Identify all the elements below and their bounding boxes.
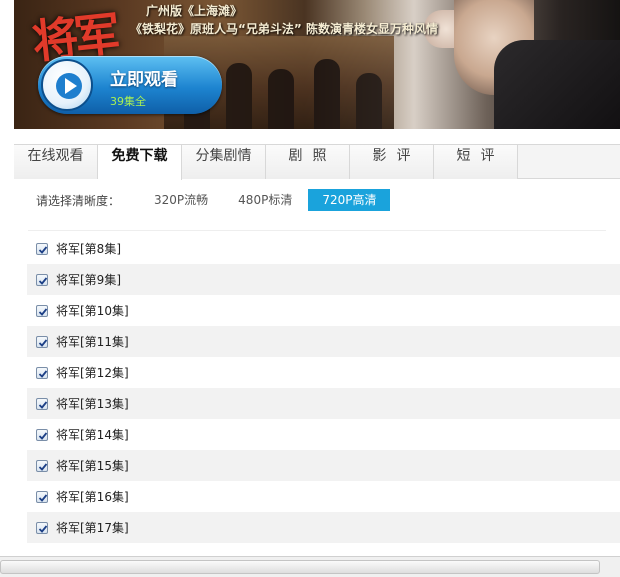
quality-option-480p[interactable]: 480P标清 <box>224 189 306 211</box>
quality-label: 请选择清晰度： <box>36 193 121 208</box>
list-item[interactable]: 将军[第15集] <box>27 450 620 481</box>
tab-free-download[interactable]: 免费下载 <box>98 145 182 180</box>
tab-online-watch[interactable]: 在线观看 <box>14 145 98 179</box>
checkmark-icon <box>38 400 48 409</box>
horizontal-scrollbar[interactable] <box>0 556 620 577</box>
episode-checkbox[interactable] <box>36 366 48 379</box>
episode-checkbox[interactable] <box>36 459 48 472</box>
checkmark-icon <box>38 276 48 285</box>
checkmark-icon <box>38 245 48 254</box>
episode-checkbox[interactable] <box>36 335 48 348</box>
episode-title: 将军[第11集] <box>56 335 129 349</box>
episode-title: 将军[第12集] <box>56 366 129 380</box>
list-item[interactable]: 将军[第8集] <box>27 233 620 264</box>
episode-checkbox[interactable] <box>36 242 48 255</box>
play-icon[interactable] <box>41 59 93 111</box>
list-item[interactable]: 将军[第12集] <box>27 357 620 388</box>
divider <box>28 230 606 231</box>
tab-episode-synopsis[interactable]: 分集剧情 <box>182 145 266 179</box>
quality-selector: 请选择清晰度： 320P流畅 480P标清 720P高清 <box>36 189 391 211</box>
quality-option-320p[interactable]: 320P流畅 <box>140 189 222 211</box>
episode-checkbox[interactable] <box>36 273 48 286</box>
episode-checkbox[interactable] <box>36 304 48 317</box>
list-item[interactable]: 将军[第10集] <box>27 295 620 326</box>
episode-title: 将军[第9集] <box>56 273 121 287</box>
episode-title: 将军[第10集] <box>56 304 129 318</box>
list-item[interactable]: 将军[第9集] <box>27 264 620 295</box>
episode-checkbox[interactable] <box>36 428 48 441</box>
episode-list: 将军[第8集] 将军[第9集] 将军[第10集] 将军[第11集] 将军[第12… <box>27 233 620 543</box>
episode-checkbox[interactable] <box>36 521 48 534</box>
list-item[interactable]: 将军[第14集] <box>27 419 620 450</box>
scrollbar-thumb[interactable] <box>0 560 600 574</box>
banner-figure <box>268 69 294 129</box>
banner-figure <box>356 73 382 129</box>
watch-now-label: 立即观看 <box>110 70 178 90</box>
banner-suit-image <box>494 40 620 129</box>
episode-count-badge: 39集全 <box>110 95 146 108</box>
list-item[interactable]: 将军[第16集] <box>27 481 620 512</box>
watch-now-button[interactable]: 立即观看 39集全 <box>38 56 222 114</box>
episode-title: 将军[第14集] <box>56 428 129 442</box>
quality-option-720p[interactable]: 720P高清 <box>308 189 391 211</box>
checkmark-icon <box>38 462 48 471</box>
episode-checkbox[interactable] <box>36 397 48 410</box>
checkmark-icon <box>38 307 48 316</box>
checkmark-icon <box>38 338 48 347</box>
tab-stills[interactable]: 剧照 <box>266 145 350 179</box>
banner-tagline-2: 《铁梨花》原班人马“兄弟斗法” 陈数演青楼女显万种风情 <box>130 22 438 36</box>
episode-title: 将军[第8集] <box>56 242 121 256</box>
checkmark-icon <box>38 431 48 440</box>
tab-bar: 在线观看 免费下载 分集剧情 剧照 影评 短评 <box>14 144 620 180</box>
tab-reviews[interactable]: 影评 <box>350 145 434 179</box>
checkmark-icon <box>38 493 48 502</box>
episode-title: 将军[第17集] <box>56 521 129 535</box>
episode-checkbox[interactable] <box>36 490 48 503</box>
list-item[interactable]: 将军[第17集] <box>27 512 620 543</box>
episode-title: 将军[第15集] <box>56 459 129 473</box>
banner-figure <box>226 63 252 129</box>
tab-short-reviews[interactable]: 短评 <box>434 145 518 179</box>
episode-title: 将军[第13集] <box>56 397 129 411</box>
checkmark-icon <box>38 369 48 378</box>
list-item[interactable]: 将军[第11集] <box>27 326 620 357</box>
banner-figure <box>314 59 340 129</box>
list-item[interactable]: 将军[第13集] <box>27 388 620 419</box>
promo-banner[interactable]: 将军 广州版《上海滩》 《铁梨花》原班人马“兄弟斗法” 陈数演青楼女显万种风情 … <box>14 0 620 129</box>
episode-title: 将军[第16集] <box>56 490 129 504</box>
page: 将军 广州版《上海滩》 《铁梨花》原班人马“兄弟斗法” 陈数演青楼女显万种风情 … <box>0 0 620 577</box>
checkmark-icon <box>38 524 48 533</box>
banner-tagline-1: 广州版《上海滩》 <box>146 4 243 18</box>
